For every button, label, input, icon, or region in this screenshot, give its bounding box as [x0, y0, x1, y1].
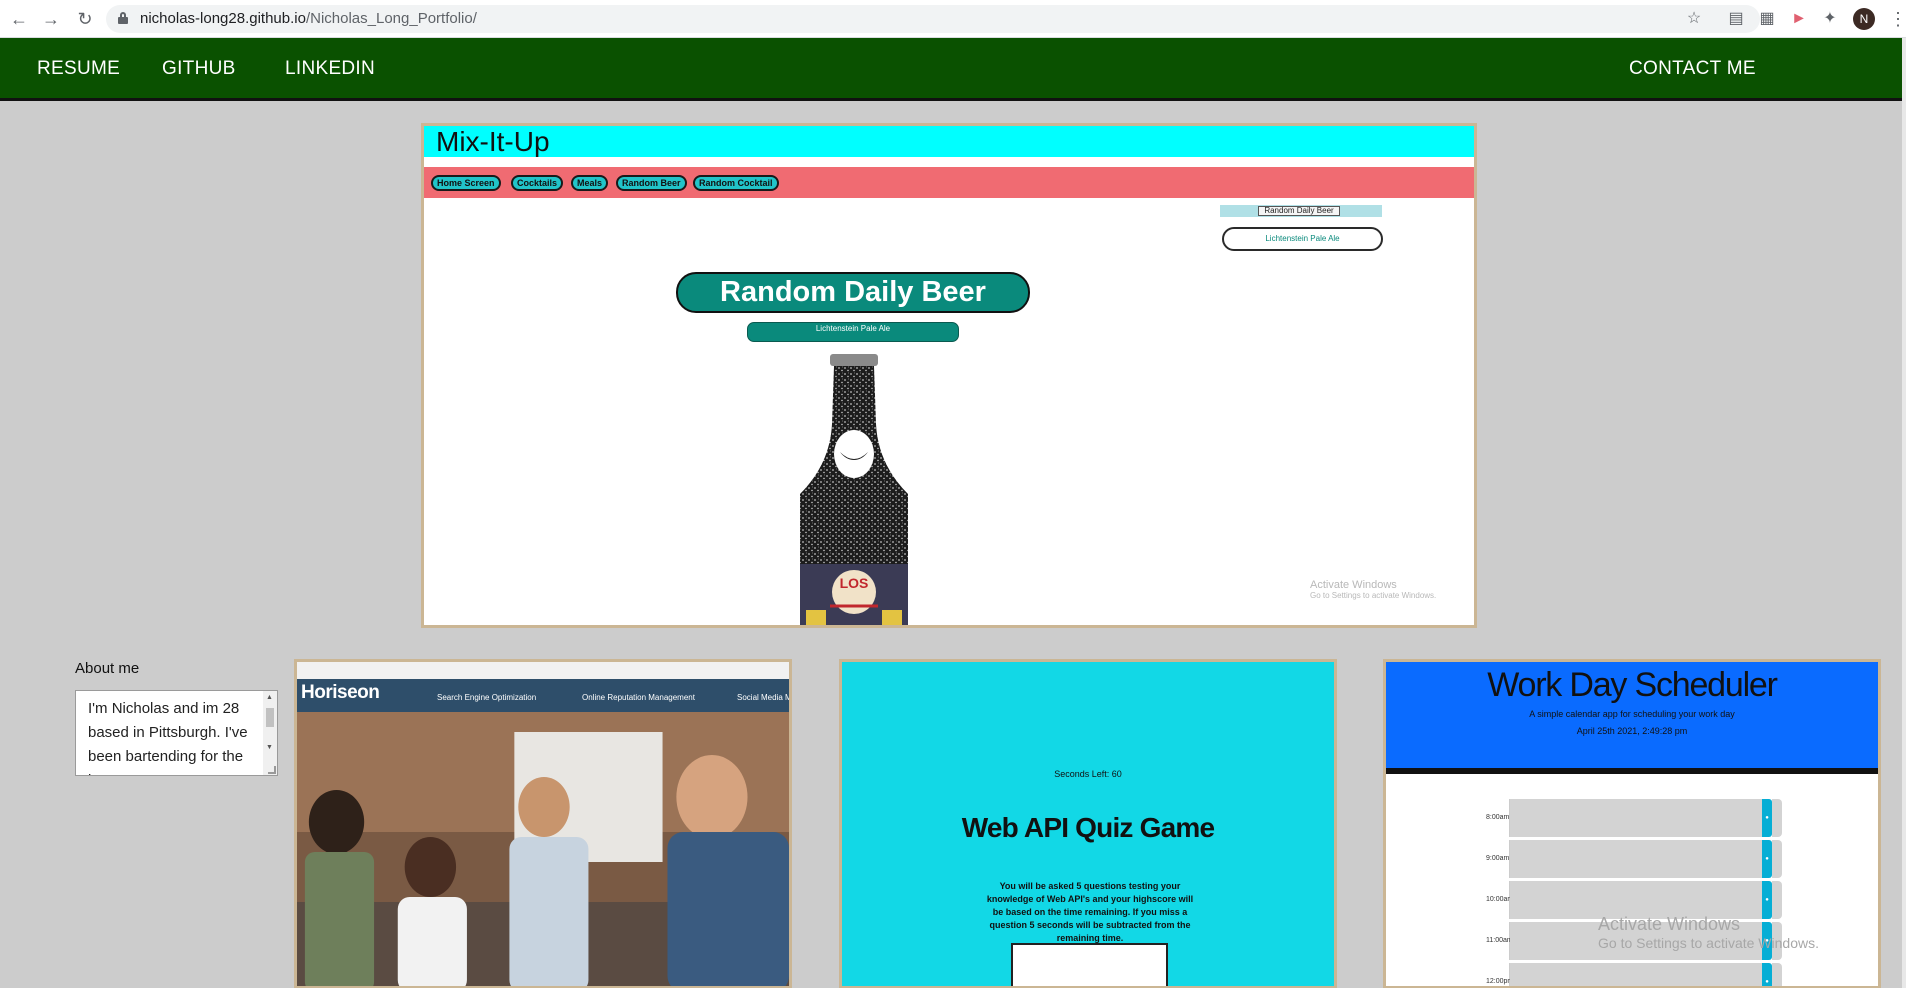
watermark-line2: Go to Settings to activate Windows. — [1598, 935, 1819, 951]
quiz-title: Web API Quiz Game — [961, 812, 1215, 843]
app-watermark-line1: Activate Windows — [1310, 579, 1397, 591]
side-random-beer-button[interactable]: Random Daily Beer — [1258, 206, 1340, 216]
bottle-label-text: LOS — [840, 575, 869, 591]
time-block-hour: 10:00am — [1486, 881, 1513, 919]
about-scrollbar[interactable]: ▲ ▼ — [263, 691, 277, 775]
horiseon-nav-seo: Search Engine Optimization — [437, 693, 537, 702]
side-beer-result: Lichtenstein Pale Ale — [1222, 227, 1383, 251]
extension-icon[interactable]: ▦ — [1757, 9, 1777, 29]
time-block-end — [1772, 799, 1782, 837]
horiseon-logo: Horiseon — [301, 682, 380, 703]
scroll-thumb[interactable] — [266, 708, 274, 727]
random-daily-beer-button[interactable]: Random Daily Beer — [676, 272, 1030, 313]
app-menu-bar: Home Screen Cocktails Meals Random Beer … — [424, 167, 1474, 198]
about-me-textarea[interactable]: I'm Nicholas and im 28 based in Pittsbur… — [75, 690, 278, 776]
horiseon-nav-social: Social Media Marketing — [737, 693, 792, 702]
beer-bottle-image: LOS — [800, 354, 908, 625]
scroll-down-icon[interactable]: ▼ — [266, 744, 273, 751]
profile-avatar[interactable]: N — [1853, 8, 1875, 30]
quiz-start-box — [1011, 943, 1168, 986]
url-text[interactable]: nicholas-long28.github.io/Nicholas_Long_… — [140, 10, 477, 27]
time-block-hour: 11:00am — [1486, 922, 1513, 960]
featured-project-mix-it-up[interactable]: Mix-It-Up Home Screen Cocktails Meals Ra… — [421, 123, 1477, 628]
menu-meals[interactable]: Meals — [571, 175, 609, 191]
app-header — [424, 126, 1474, 157]
windows-activation-watermark: Activate Windows Go to Settings to activ… — [1598, 914, 1819, 951]
nav-github-link[interactable]: GITHUB — [162, 58, 236, 80]
watermark-line1: Activate Windows — [1598, 914, 1741, 934]
about-me-text: I'm Nicholas and im 28 based in Pittsbur… — [88, 700, 248, 775]
time-block-textarea — [1510, 799, 1762, 837]
forward-icon[interactable]: → — [40, 8, 62, 30]
page-scrollbar[interactable] — [1902, 38, 1906, 988]
project-card-horiseon[interactable]: Horiseon Search Engine Optimization Onli… — [294, 659, 792, 988]
nav-linkedin-link[interactable]: LINKEDIN — [285, 58, 375, 80]
beer-result-pill: Lichtenstein Pale Ale — [747, 322, 959, 342]
scheduler-date: April 25th 2021, 2:49:28 pm — [1576, 726, 1688, 736]
quiz-timer: Seconds Left: 60 — [1054, 769, 1122, 779]
scheduler-lead: A simple calendar app for scheduling you… — [1529, 709, 1735, 719]
scheduler-title: Work Day Scheduler — [1487, 666, 1778, 704]
kebab-menu-icon[interactable]: ⋮ — [1889, 8, 1906, 30]
menu-random-beer[interactable]: Random Beer — [616, 175, 687, 191]
menu-home-screen[interactable]: Home Screen — [431, 175, 501, 191]
horiseon-nav-reputation: Online Reputation Management — [582, 693, 695, 702]
nav-contact-link[interactable]: CONTACT ME — [1629, 58, 1756, 80]
time-block-hour: 8:00am — [1486, 799, 1510, 837]
site-navbar: RESUME GITHUB LINKEDIN CONTACT ME — [0, 38, 1902, 101]
time-block-hour: 9:00am — [1486, 840, 1510, 878]
project-card-quiz[interactable]: Seconds Left: 60 Web API Quiz Game You w… — [839, 659, 1337, 988]
star-icon[interactable]: ☆ — [1684, 9, 1704, 29]
menu-random-cocktail[interactable]: Random Cocktail — [693, 175, 779, 191]
card-browser-bar — [297, 662, 789, 679]
time-block-textarea — [1510, 840, 1762, 878]
app-windows-watermark: Activate Windows Go to Settings to activ… — [1310, 579, 1436, 600]
time-block: 8:00am ● — [1486, 799, 1782, 837]
reload-icon[interactable]: ↻ — [74, 8, 96, 30]
time-block-end — [1772, 840, 1782, 878]
save-icon: ● — [1762, 840, 1772, 878]
menu-cocktails[interactable]: Cocktails — [511, 175, 564, 191]
time-block-textarea — [1510, 963, 1762, 986]
scroll-up-icon[interactable]: ▲ — [266, 694, 273, 701]
app-watermark-line2: Go to Settings to activate Windows. — [1310, 591, 1437, 600]
lock-icon[interactable] — [118, 12, 128, 24]
save-icon: ● — [1762, 963, 1772, 986]
puzzle-icon[interactable]: ✦ — [1820, 9, 1840, 29]
time-block-hour: 12:00pm — [1486, 963, 1513, 986]
url-host: nicholas-long28.github.io — [140, 10, 306, 27]
cast-icon[interactable]: ▤ — [1726, 9, 1746, 29]
app-title: Mix-It-Up — [436, 126, 550, 157]
quiz-description: You will be asked 5 questions testing yo… — [986, 881, 1194, 943]
time-block: 9:00am ● — [1486, 840, 1782, 878]
resize-grip-icon[interactable] — [268, 766, 276, 774]
time-block: 12:00pm ● — [1486, 963, 1782, 986]
browser-toolbar: ← → ↻ nicholas-long28.github.io/Nicholas… — [0, 0, 1906, 38]
team-meeting-photo — [297, 712, 789, 986]
back-icon[interactable]: ← — [8, 8, 30, 30]
nav-resume-link[interactable]: RESUME — [37, 58, 120, 80]
about-me-label: About me — [75, 660, 140, 677]
url-path: /Nicholas_Long_Portfolio/ — [305, 10, 477, 27]
time-block-end — [1772, 963, 1782, 986]
record-extension-icon[interactable]: ► — [1789, 9, 1809, 29]
save-icon: ● — [1762, 799, 1772, 837]
